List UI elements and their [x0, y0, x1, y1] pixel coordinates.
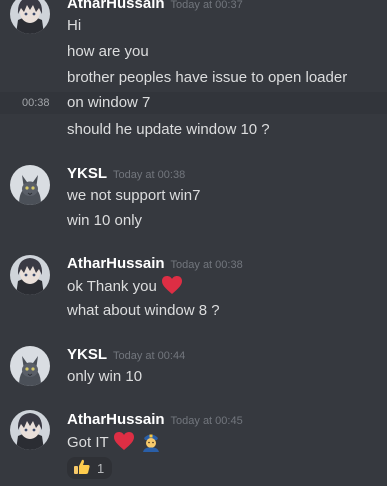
hover-timestamp: 00:38	[22, 97, 50, 109]
author-name[interactable]: AtharHussain	[67, 411, 165, 428]
message-text: only win 10	[67, 368, 143, 385]
avatar[interactable]	[10, 346, 50, 386]
author-name[interactable]: AtharHussain	[67, 255, 165, 272]
message-timestamp: Today at 00:37	[170, 0, 243, 11]
thumbs-up-icon	[73, 458, 91, 479]
reaction-thumbs-up[interactable]: 1	[67, 457, 113, 479]
hovered-message-row[interactable]	[0, 92, 387, 114]
message-header: AtharHussain Today at 00:37	[67, 0, 243, 14]
message-header: YKSL Today at 00:38	[67, 164, 185, 184]
message-text: brother peoples have issue to open loade…	[67, 69, 348, 86]
message-header: AtharHussain Today at 00:38	[67, 254, 243, 274]
message-text: should he update window 10 ?	[67, 121, 270, 138]
avatar[interactable]	[10, 0, 50, 34]
message-text: on window 7	[67, 94, 151, 111]
author-name[interactable]: AtharHussain	[67, 0, 165, 12]
red-heart-icon	[113, 431, 135, 458]
message-text: how are you	[67, 43, 149, 60]
message-header: AtharHussain Today at 00:45	[67, 410, 243, 430]
avatar[interactable]	[10, 410, 50, 450]
avatar[interactable]	[10, 165, 50, 205]
message-timestamp: Today at 00:38	[170, 259, 243, 271]
message-text-content: ok Thank you	[67, 278, 157, 295]
message-text: what about window 8 ?	[67, 302, 220, 319]
message-text: win 10 only	[67, 212, 143, 229]
message-text: Hi	[67, 17, 82, 34]
avatar[interactable]	[10, 255, 50, 295]
message-timestamp: Today at 00:38	[113, 169, 186, 181]
message-text: we not support win7	[67, 187, 201, 204]
message-timestamp: Today at 00:45	[170, 415, 243, 427]
message-text-content: Got IT	[67, 434, 109, 451]
message-text: Got IT	[67, 430, 161, 452]
police-officer-icon	[141, 430, 161, 459]
chat-message-list: AtharHussain Today at 00:37 Hi how are yo…	[0, 0, 387, 486]
author-name[interactable]: YKSL	[67, 346, 107, 363]
reaction-count: 1	[97, 460, 105, 476]
message-timestamp: Today at 00:44	[113, 350, 186, 362]
red-heart-icon	[161, 275, 183, 302]
message-text: ok Thank you	[67, 275, 183, 297]
message-header: YKSL Today at 00:44	[67, 345, 185, 365]
author-name[interactable]: YKSL	[67, 165, 107, 182]
